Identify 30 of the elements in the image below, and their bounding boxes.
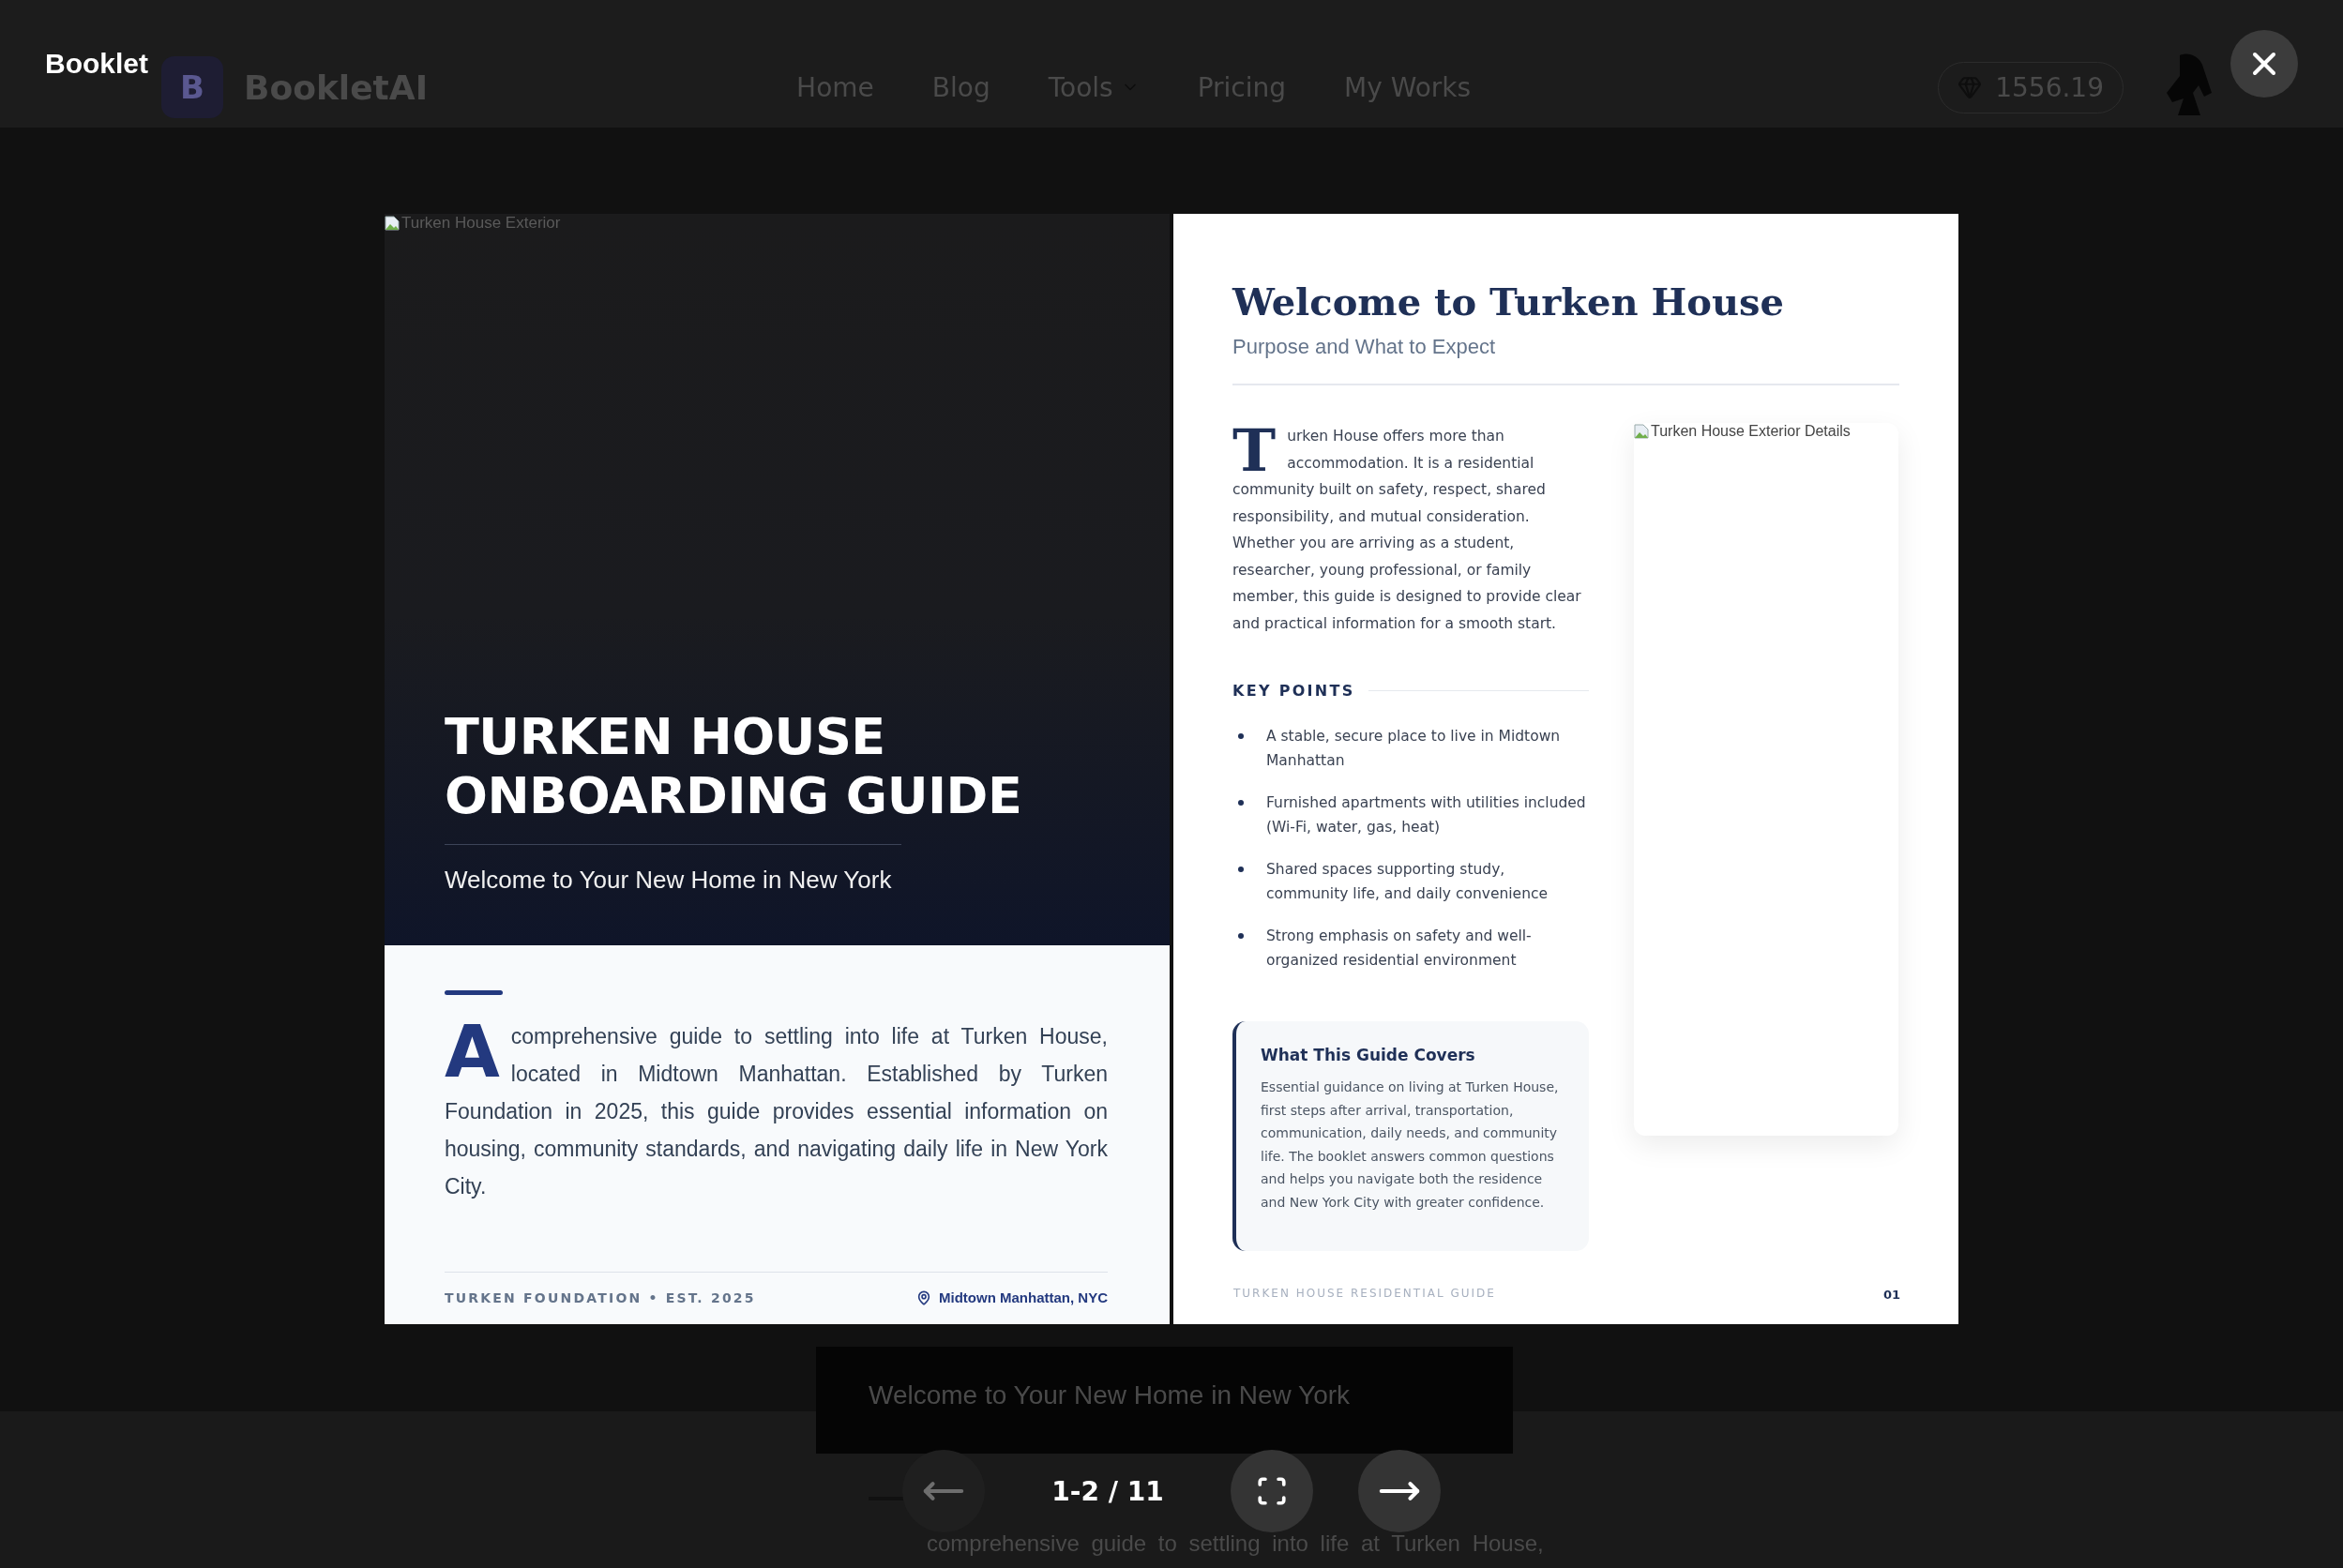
broken-image-icon [385, 216, 400, 231]
viewer-title: Booklet [45, 48, 148, 80]
image-alt-text: Turken House Exterior Details [1634, 423, 1898, 440]
page-subtitle: Purpose and What to Expect [1232, 335, 1497, 359]
callout-title: What This Guide Covers [1261, 1046, 1476, 1064]
key-point-text: Strong emphasis on safety and well-organized residential environment [1266, 927, 1533, 971]
background-page-subtitle: Welcome to Your New Home in New York [869, 1380, 1351, 1410]
logo-mark[interactable]: B [161, 56, 223, 118]
bullet-dot [1238, 933, 1244, 939]
accent-dash [445, 990, 503, 995]
fullscreen-icon [1256, 1475, 1288, 1507]
broken-image-icon [1634, 424, 1649, 439]
image-alt-text: Turken House Exterior [401, 214, 561, 233]
location-label: Midtown Manhattan, NYC [939, 1289, 1108, 1305]
section-heading: KEY POINTS [1232, 682, 1355, 700]
cover-title: TURKEN HOUSE ONBOARDING GUIDE [445, 707, 1023, 825]
key-point-text: Shared spaces supporting study, community life, and daily convenience [1266, 860, 1549, 904]
bullet-dot [1238, 800, 1244, 806]
location-pin-icon [916, 1289, 931, 1305]
bullet-dot [1238, 733, 1244, 739]
publisher-label: TURKEN FOUNDATION • EST. 2025 [445, 1289, 756, 1305]
page-title: Welcome to Turken House [1232, 279, 1786, 324]
page-counter: 1-2 / 11 [1051, 1475, 1165, 1507]
key-point-text: A stable, secure place to live in Midtown Manhattan [1266, 727, 1562, 771]
bullet-dot [1238, 867, 1244, 872]
callout-text: Essential guidance on living at Turken House, first steps after arrival, transportation, communication, daily needs, and community life. The booklet answers common questions and helps you navigate both the residence and New York City with greater confidence. [1261, 1078, 1560, 1212]
page-number: 01 [1882, 1288, 1900, 1302]
cover-subtitle: Welcome to Your New Home in New York [445, 866, 893, 895]
key-point-text: Furnished apartments with utilities included (Wi-Fi, water, gas, heat) [1266, 793, 1587, 837]
page-footer: TURKEN HOUSE RESIDENTIAL GUIDE [1233, 1287, 1496, 1300]
